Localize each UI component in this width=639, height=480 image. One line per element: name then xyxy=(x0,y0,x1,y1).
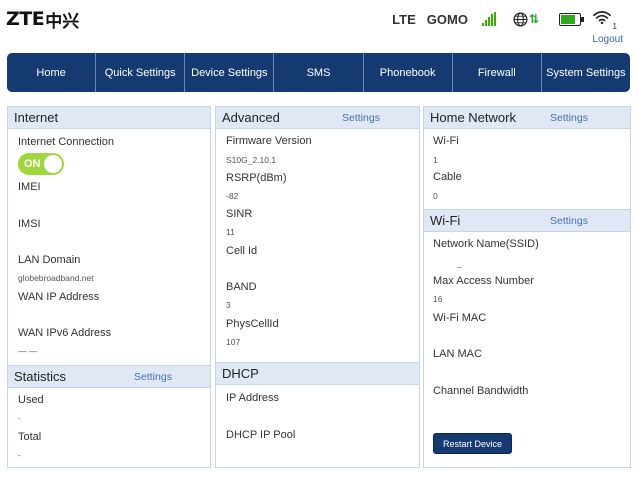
internet-panel: Internet Internet Connection ON IMEI IMS… xyxy=(7,106,211,366)
max-access-label: Max Access Number xyxy=(433,275,534,287)
cable-value: 0 xyxy=(433,191,438,201)
status-bar: LTE GOMO ⇅ 1 xyxy=(392,10,617,31)
statistics-panel-header: Statistics Settings xyxy=(8,366,210,388)
dhcp-panel-header: DHCP xyxy=(216,363,419,385)
statistics-title: Statistics xyxy=(14,369,67,384)
home-wifi-value: 1 xyxy=(433,155,438,165)
home-network-panel: Home Network Settings Wi-Fi 1 Cable 0 xyxy=(423,106,631,210)
advanced-panel: Advanced Settings Firmware Version S10G_… xyxy=(215,106,420,363)
wifi-settings-link[interactable]: Settings xyxy=(550,215,588,227)
carrier-name: GOMO xyxy=(426,11,468,27)
wifi-client-count: 1 xyxy=(612,22,617,31)
cable-label: Cable xyxy=(433,171,462,183)
wan-ipv6-label: WAN IPv6 Address xyxy=(18,327,112,339)
wifi-panel: Wi-Fi Settings Network Name(SSID) _ Max … xyxy=(423,209,631,468)
home-network-settings-link[interactable]: Settings xyxy=(550,112,588,124)
cell-id-label: Cell Id xyxy=(226,245,258,257)
advanced-panel-header: Advanced Settings xyxy=(216,107,419,129)
total-value: - xyxy=(18,450,21,460)
signal-bars-icon xyxy=(481,12,497,26)
globe-icon xyxy=(513,12,528,26)
dhcp-title: DHCP xyxy=(222,366,259,381)
logout-link[interactable]: Logout xyxy=(592,34,623,45)
wifi-mac-label: Wi-Fi MAC xyxy=(433,312,487,324)
phys-cell-id-value: 107 xyxy=(226,337,241,347)
internet-connection-label: Internet Connection xyxy=(18,136,115,148)
internet-connection-toggle[interactable]: ON xyxy=(18,153,64,175)
nav-device-settings[interactable]: Device Settings xyxy=(185,53,275,92)
wifi-status: 1 xyxy=(593,10,617,31)
advanced-title: Advanced xyxy=(222,110,280,125)
firmware-label: Firmware Version xyxy=(226,135,312,147)
internet-panel-header: Internet xyxy=(8,107,210,129)
total-label: Total xyxy=(18,431,42,443)
logo-latin: ZTE xyxy=(6,8,45,30)
ssid-value: _ xyxy=(457,258,462,268)
wan-ipv6-value: — — xyxy=(18,346,38,356)
main-nav: Home Quick Settings Device Settings SMS … xyxy=(7,53,630,92)
home-wifi-label: Wi-Fi xyxy=(433,135,459,147)
statistics-panel: Statistics Settings Used - Total - xyxy=(7,365,211,468)
battery-icon xyxy=(559,12,584,26)
nav-quick-settings[interactable]: Quick Settings xyxy=(96,53,186,92)
wifi-panel-header: Wi-Fi Settings xyxy=(424,210,630,232)
rsrp-value: -82 xyxy=(226,191,239,201)
toggle-knob xyxy=(44,155,62,173)
wifi-icon xyxy=(593,11,611,25)
nav-phonebook[interactable]: Phonebook xyxy=(364,53,453,92)
band-label: BAND xyxy=(226,281,257,293)
nav-sms[interactable]: SMS xyxy=(274,53,364,92)
internet-title: Internet xyxy=(14,110,59,125)
channel-bandwidth-label: Channel Bandwidth xyxy=(433,385,529,397)
band-value: 3 xyxy=(226,300,231,310)
imei-label: IMEI xyxy=(18,181,41,193)
lan-domain-value: globebroadband.net xyxy=(18,273,94,283)
imsi-label: IMSI xyxy=(18,218,41,230)
used-value: - xyxy=(18,413,21,423)
phys-cell-id-label: PhysCellId xyxy=(226,318,279,330)
sinr-label: SINR xyxy=(226,208,253,220)
dhcp-panel: DHCP IP Address DHCP IP Pool xyxy=(215,362,420,468)
sinr-value: 11 xyxy=(226,227,235,237)
used-label: Used xyxy=(18,394,44,406)
rsrp-label: RSRP(dBm) xyxy=(226,172,287,184)
dhcp-pool-label: DHCP IP Pool xyxy=(226,429,296,441)
lan-mac-label: LAN MAC xyxy=(433,348,482,360)
data-arrows-icon: ⇅ xyxy=(528,12,539,26)
advanced-settings-link[interactable]: Settings xyxy=(342,112,380,124)
nav-home[interactable]: Home xyxy=(7,53,97,92)
home-network-title: Home Network xyxy=(430,110,516,125)
dhcp-ip-label: IP Address xyxy=(226,392,279,404)
lan-domain-label: LAN Domain xyxy=(18,254,81,266)
home-network-panel-header: Home Network Settings xyxy=(424,107,630,129)
toggle-state-text: ON xyxy=(24,158,41,170)
wifi-title: Wi-Fi xyxy=(430,213,461,228)
restart-device-button[interactable]: Restart Device xyxy=(433,433,512,454)
firmware-value: S10G_2.10.1 xyxy=(226,155,277,165)
wan-ip-label: WAN IP Address xyxy=(18,291,100,303)
nav-firewall[interactable]: Firewall xyxy=(453,53,542,92)
max-access-value: 16 xyxy=(433,294,443,304)
logo-chinese: 中兴 xyxy=(45,11,80,32)
ssid-label: Network Name(SSID) xyxy=(433,238,539,250)
statistics-settings-link[interactable]: Settings xyxy=(134,371,172,383)
battery-level xyxy=(561,14,575,24)
data-connection-indicator: ⇅ xyxy=(513,12,539,27)
network-type: LTE xyxy=(392,11,416,27)
zte-logo: ZTE 中兴 xyxy=(6,8,80,32)
nav-system-settings[interactable]: System Settings xyxy=(542,53,630,92)
